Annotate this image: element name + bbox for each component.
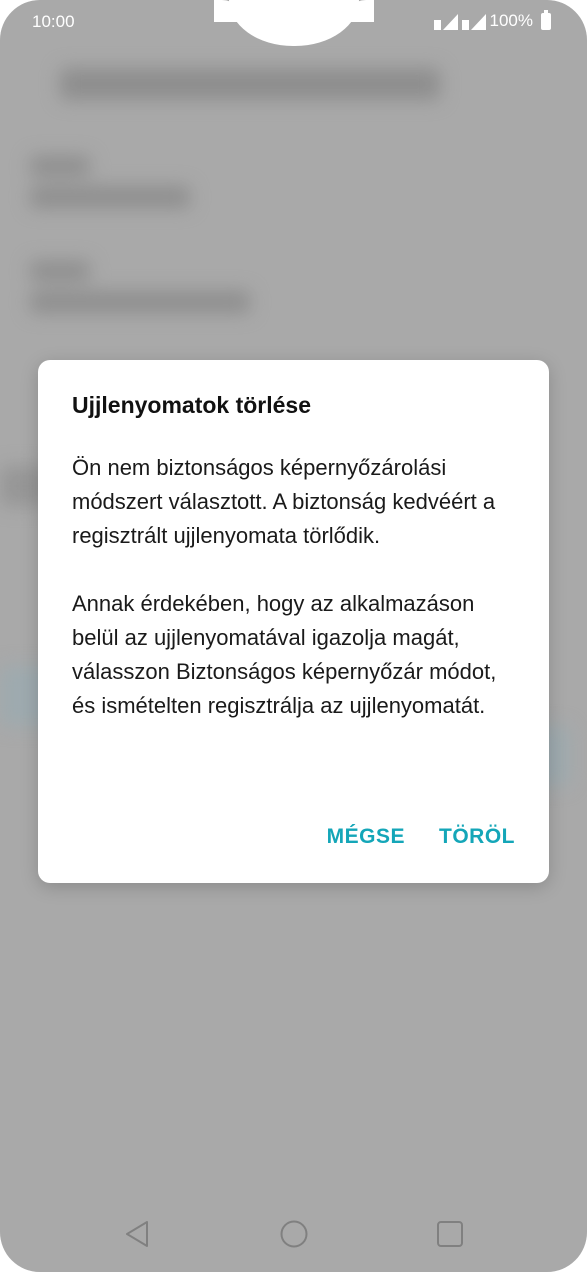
dialog-title: Ujjlenyomatok törlése (72, 392, 312, 418)
status-bar: 10:00 100% (0, 0, 587, 44)
sim1-signal-icon (433, 14, 458, 30)
phone-screen: 10:00 100% Ujjlenyomatok törlése Ön nem … (0, 0, 587, 1272)
status-time: 10:00 (32, 12, 75, 31)
dialog-paragraph-2: Annak érdekében, hogy az alkalmazáson be… (72, 591, 497, 718)
back-triangle-icon[interactable] (122, 1218, 154, 1250)
dialog-message: Ön nem biztonságos képernyőzárolási móds… (72, 451, 522, 757)
dialog-actions: MÉGSE TÖRÖL (327, 825, 515, 849)
recents-square-icon[interactable] (434, 1218, 466, 1250)
home-circle-icon[interactable] (278, 1218, 310, 1250)
delete-button[interactable]: TÖRÖL (439, 825, 515, 849)
delete-fingerprints-dialog: Ujjlenyomatok törlése Ön nem biztonságos… (38, 360, 549, 883)
status-icons: 100% (433, 9, 551, 31)
battery-icon (541, 9, 551, 30)
dialog-paragraph-1: Ön nem biztonságos képernyőzárolási móds… (72, 455, 496, 548)
battery-percent: 100% (489, 11, 533, 30)
navigation-bar (0, 1196, 587, 1272)
cancel-button[interactable]: MÉGSE (327, 825, 405, 849)
sim2-signal-icon (461, 14, 486, 30)
